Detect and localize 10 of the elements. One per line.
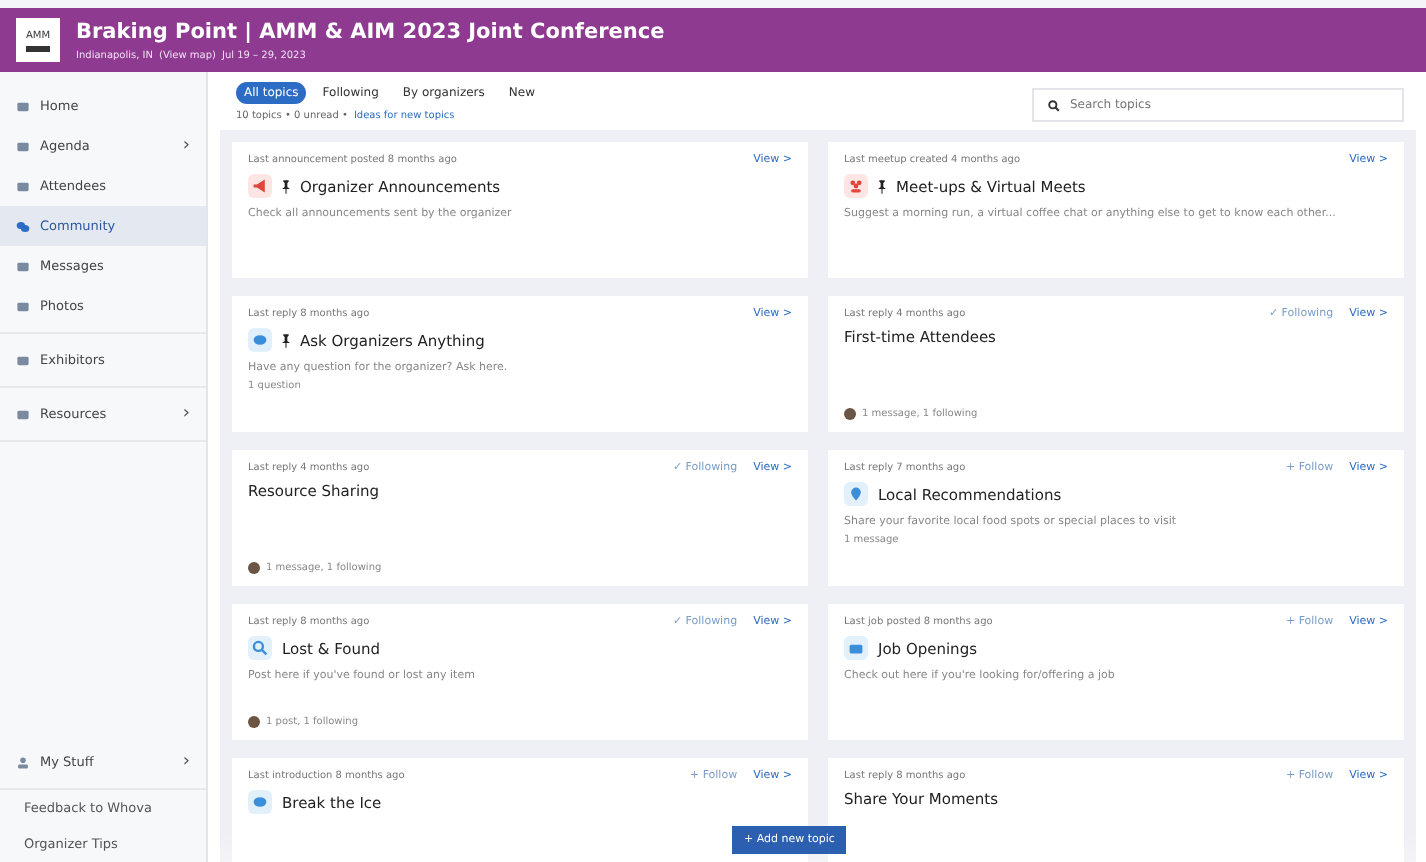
person-icon <box>16 755 30 769</box>
conference-title: Braking Point | AMM & AIM 2023 Joint Conference <box>76 19 665 43</box>
chat-bubble-icon <box>248 790 272 814</box>
chat-bubble-icon <box>16 219 30 233</box>
group-icon <box>844 174 868 198</box>
megaphone-icon <box>248 174 272 198</box>
chat-bubble-icon <box>248 328 272 352</box>
search-icon <box>1048 100 1060 112</box>
search-icon <box>248 636 272 660</box>
pin-icon <box>844 482 868 506</box>
